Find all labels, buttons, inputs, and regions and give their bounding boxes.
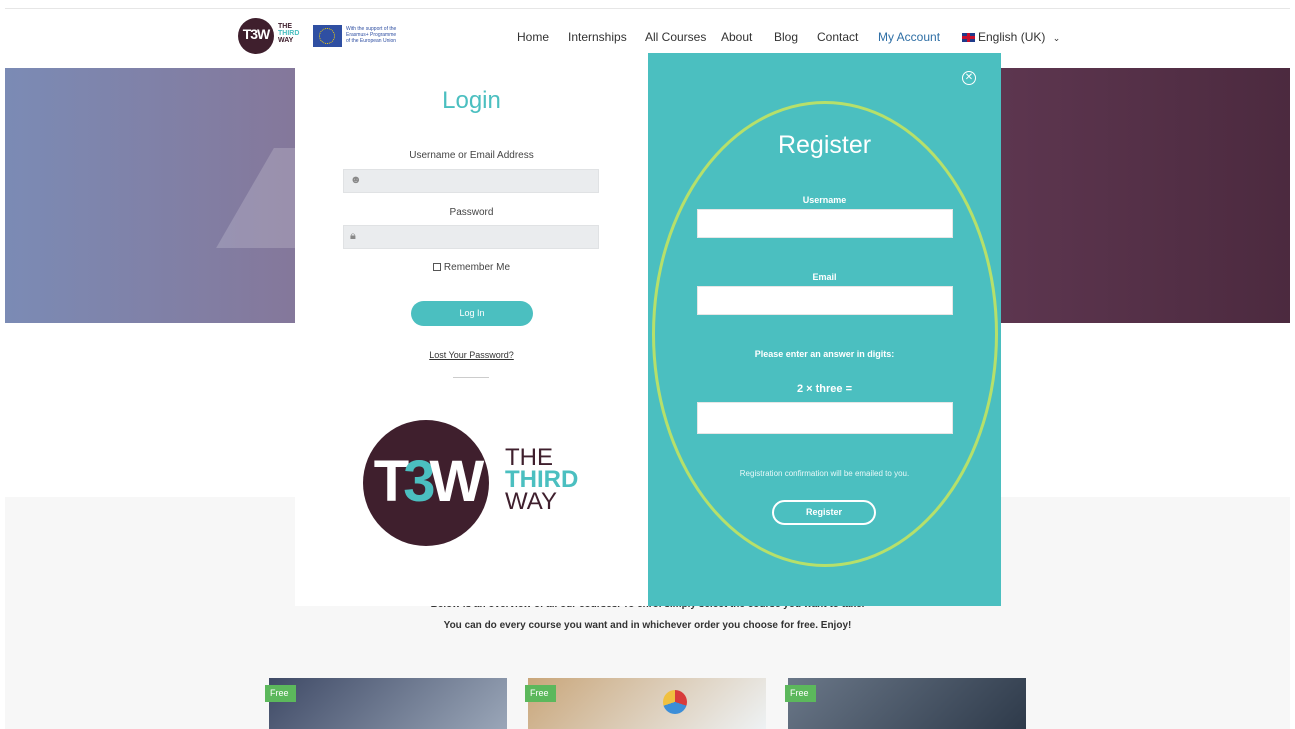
register-button[interactable]: Register xyxy=(772,500,876,525)
divider xyxy=(453,377,489,378)
logo-word-the: THE xyxy=(278,23,292,30)
free-badge: Free xyxy=(265,685,296,702)
nav-about[interactable]: About xyxy=(721,30,752,44)
t3w-logo-letters: T3W xyxy=(373,449,484,514)
nav-all-courses[interactable]: All Courses xyxy=(645,30,706,44)
nav-blog[interactable]: Blog xyxy=(774,30,798,44)
user-icon: ☻ xyxy=(350,174,362,186)
captcha-question: 2 × three = xyxy=(796,383,853,395)
register-email-label: Email xyxy=(812,272,837,282)
eu-flag-icon xyxy=(313,25,342,47)
username-input[interactable]: ☻ xyxy=(343,169,599,193)
free-badge: Free xyxy=(785,685,816,702)
course-card[interactable] xyxy=(788,678,1026,729)
remember-me-label: Remember Me xyxy=(443,262,511,273)
login-title: Login xyxy=(442,87,501,114)
highlight-ellipse xyxy=(652,101,998,567)
course-card[interactable] xyxy=(528,678,766,729)
site-logo-wordmark: THE THIRD WAY xyxy=(278,23,299,44)
nav-contact[interactable]: Contact xyxy=(817,30,858,44)
login-register-modal: Login Username or Email Address ☻ Passwo… xyxy=(295,53,1001,606)
courses-intro-line2: You can do every course you want and in … xyxy=(443,620,852,631)
username-label: Username or Email Address xyxy=(409,150,534,161)
site-logo-letters: T3W xyxy=(242,26,271,42)
nav-my-account[interactable]: My Account xyxy=(878,30,940,44)
uk-flag-icon xyxy=(962,33,975,43)
register-username-input[interactable] xyxy=(697,209,953,238)
captcha-instruction: Please enter an answer in digits: xyxy=(754,349,895,359)
register-username-label: Username xyxy=(802,195,847,205)
language-label: English (UK) xyxy=(978,30,1046,44)
eu-text-line: of the European Union xyxy=(346,38,397,44)
nav-home[interactable]: Home xyxy=(517,30,549,44)
password-label: Password xyxy=(449,207,494,218)
register-email-input[interactable] xyxy=(697,286,953,315)
nav-internships[interactable]: Internships xyxy=(568,30,627,44)
register-title: Register xyxy=(777,131,872,159)
login-panel: Login Username or Email Address ☻ Passwo… xyxy=(295,53,648,606)
logo-word-way: WAY xyxy=(278,37,294,44)
close-icon[interactable]: ✕ xyxy=(962,71,976,85)
logo-word-third: THIRD xyxy=(278,30,300,37)
remember-me[interactable]: Remember Me xyxy=(295,262,648,273)
lock-icon: 🔒︎ xyxy=(350,230,356,242)
free-badge: Free xyxy=(525,685,556,702)
register-panel: ✕ Register Username Email Please enter a… xyxy=(648,53,1001,606)
lost-password-link[interactable]: Lost Your Password? xyxy=(295,350,648,360)
chart-image xyxy=(663,690,687,714)
login-button[interactable]: Log In xyxy=(411,301,533,326)
t3w-logo-wordmark: THE THIRD WAY xyxy=(505,446,578,515)
registration-note: Registration confirmation will be emaile… xyxy=(739,469,910,478)
erasmus-support-text: With the support of the Erasmus+ Program… xyxy=(346,26,426,44)
password-input[interactable]: 🔒︎ xyxy=(343,225,599,249)
course-card[interactable] xyxy=(269,678,507,729)
remember-me-checkbox[interactable] xyxy=(432,263,441,272)
chevron-down-icon: ⌄ xyxy=(1052,33,1061,43)
captcha-answer-input[interactable] xyxy=(697,402,953,434)
logo-word-way: WAY xyxy=(505,488,557,515)
language-selector[interactable]: English (UK) ⌄ xyxy=(962,30,1060,44)
